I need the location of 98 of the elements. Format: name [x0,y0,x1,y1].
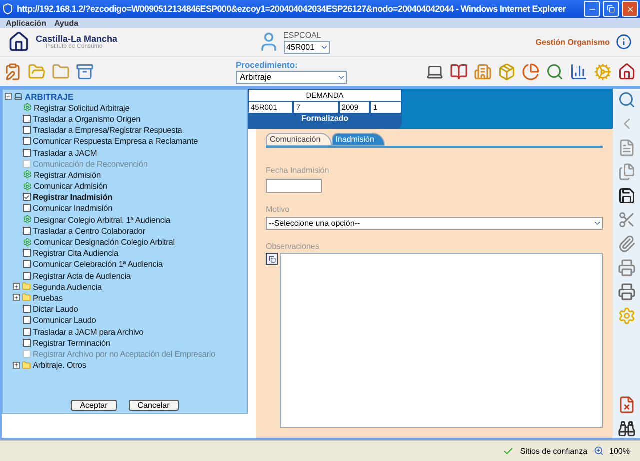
organization-name: Castilla-La Mancha [36,34,118,44]
bar-chart-icon[interactable] [570,62,588,80]
folder-icon [22,293,31,302]
close-button[interactable] [622,1,638,17]
tree-item[interactable]: Comunicar Inadmisión [33,203,113,214]
folder-icon [22,360,31,370]
tree-root[interactable]: ARBITRAJE [25,92,74,102]
procedure-label: Procedimiento: [236,60,299,70]
checkbox[interactable] [23,126,31,134]
zoom-level[interactable]: 100% [610,446,630,456]
tree-item[interactable]: Pruebas [33,292,63,303]
checkbox[interactable] [23,260,31,268]
checkbox[interactable] [23,226,31,235]
checkbox[interactable] [23,338,31,347]
cabinet-icon[interactable] [76,62,94,80]
tree-item[interactable]: Registrar Inadmisión [33,192,113,202]
tree-item[interactable]: Registrar Cita Audiencia [33,248,118,258]
house-icon[interactable] [618,62,636,80]
folder-icon [22,282,31,292]
field-label: Observaciones [266,242,320,251]
tree-item[interactable]: Registrar Solicitud Arbitraje [34,102,130,113]
save-icon[interactable] [618,187,636,205]
printer-icon[interactable] [618,283,636,301]
tree-item[interactable]: Registrar Terminación [33,338,110,348]
checkbox[interactable] [23,204,31,212]
browser-icon [2,3,14,15]
tree-item[interactable]: Comunicar Admisión [34,181,108,192]
tree-item[interactable]: Dictar Laudo [33,304,78,314]
gear-icon [23,238,32,247]
tab[interactable]: Comunicación [266,133,332,146]
field-label: Motivo [266,205,291,214]
gear-icon [23,103,32,112]
documents-icon[interactable] [618,163,636,181]
tree-item[interactable]: Arbitraje. Otros [33,360,86,370]
tree-item[interactable]: Designar Colegio Arbitral. 1ª Audiencia [34,214,171,225]
tree-item[interactable]: Trasladar a JACM [33,148,98,158]
tree-item[interactable]: Segunda Audiencia [33,282,102,292]
checkbox[interactable] [23,249,31,258]
tree-item[interactable]: Registrar Admisión [34,170,101,180]
cancel-button[interactable]: Cancelar [128,400,179,411]
module-link[interactable]: Gestión Organismo [536,38,610,46]
info-icon[interactable] [616,34,632,50]
computer-icon [14,92,23,102]
document-icon[interactable] [618,396,636,414]
tree-item[interactable]: Comunicar Designación Colegio Arbitral [34,237,175,248]
building-icon[interactable] [474,62,492,80]
tree-item[interactable]: Registrar Acta de Audiencia [33,270,131,281]
document-icon[interactable] [618,139,636,157]
collapse-icon[interactable] [5,93,12,100]
check-icon [503,446,514,456]
checkbox[interactable] [23,148,31,157]
tree-item[interactable]: Comunicar Laudo [33,315,96,326]
binoculars-icon[interactable] [618,420,636,438]
zoom-icon [594,446,604,456]
checkbox[interactable] [23,193,31,202]
user-name: ESPCOAL [284,30,322,40]
menu-item[interactable]: Ayuda [54,18,79,28]
books-icon[interactable] [450,62,468,80]
tree-item[interactable]: Trasladar a Empresa/Registrar Respuesta [33,125,182,136]
close-icon [626,4,634,14]
checkbox[interactable] [23,114,31,123]
unit-select[interactable]: 45R001 [284,40,330,54]
tree-item[interactable]: Trasladar a Centro Colaborador [33,226,146,236]
tree-item[interactable]: Comunicar Celebración 1ª Audiencia [33,259,163,270]
clipboard-icon[interactable] [4,62,22,80]
expand-icon[interactable] [266,253,278,265]
procedure-select[interactable]: Arbitraje [236,70,347,84]
restore-icon [607,5,615,13]
tree-item[interactable]: Trasladar a Organismo Origen [33,114,141,124]
scissors-icon[interactable] [618,211,636,229]
gear-icon [23,170,32,180]
motive-select[interactable]: --Seleccione una opción-- [266,217,603,230]
case-status: Formalizado [300,114,350,123]
date-field[interactable] [266,179,322,193]
gear-icon [23,215,32,224]
caret-icon [593,219,602,228]
window-title: http://192.168.1.2/?ezcodigo=W0090512134846ESP000&ezcoy1=200404042034ESP26127&nodo=200404042044 - Windows Internet Explorer [17,4,568,14]
restore-button[interactable] [603,1,619,17]
checkbox[interactable] [23,305,31,314]
security-zone: Sitios de confianza [520,446,588,456]
minimize-button[interactable] [584,1,600,17]
observations-field[interactable] [280,253,603,428]
search-icon[interactable] [546,62,564,80]
field-label: Fecha Inadmisión [266,166,330,175]
paperclip-icon[interactable] [618,235,636,253]
accept-button[interactable]: Aceptar [71,400,117,411]
search-icon[interactable] [618,91,636,109]
tree-item[interactable]: Trasladar a JACM para Archivo [33,326,144,337]
tree-item[interactable]: Comunicar Respuesta Empresa a Reclamante [33,136,198,146]
checkbox[interactable] [23,137,31,146]
checkbox[interactable] [23,316,31,324]
menu-item[interactable]: Aplicación [6,18,46,28]
gear-icon [23,182,32,191]
pie-chart-icon[interactable] [522,62,540,80]
checkbox[interactable] [23,272,31,280]
printer-icon[interactable] [618,259,636,277]
tab[interactable]: Inadmisión [332,133,386,146]
checkbox[interactable] [23,328,31,336]
